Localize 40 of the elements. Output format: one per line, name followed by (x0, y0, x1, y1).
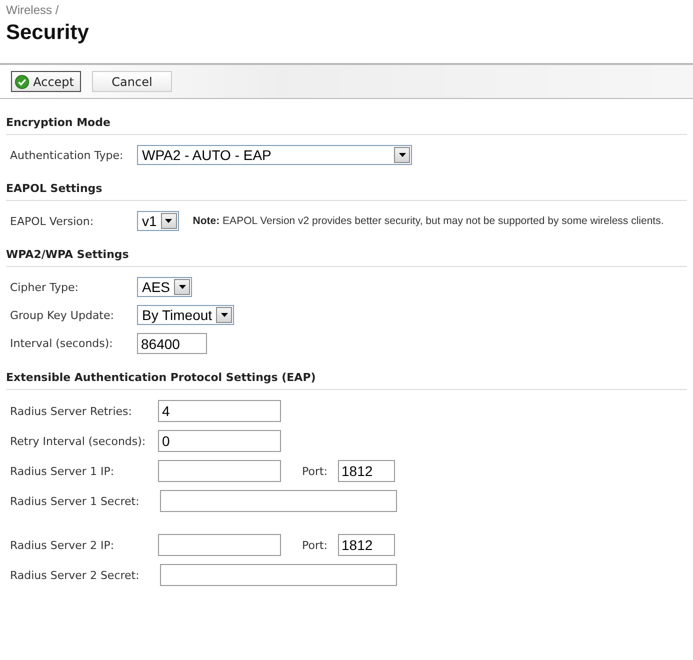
field-label: Authentication Type: (10, 148, 124, 162)
dropdown[interactable]: AES (137, 277, 192, 297)
field-label: EAPOL Version: (10, 214, 95, 228)
dropdown[interactable]: v1 (137, 211, 179, 231)
field-label: Radius Server 1 Secret: (10, 494, 140, 508)
caret-icon (165, 219, 172, 223)
cancel-button[interactable]: Cancel (92, 71, 172, 92)
caret-icon (398, 153, 406, 157)
input-field[interactable] (160, 490, 397, 512)
input-field[interactable]: 1812 (338, 460, 395, 482)
field-label: Port: (302, 538, 328, 552)
field-label: Group Key Update: (10, 308, 115, 322)
breadcrumb-link[interactable]: Wireless / (0, 0, 59, 17)
field-label: Radius Server Retries: (10, 404, 133, 418)
section-heading: Extensible Authentication Protocol Settings (EAP) (6, 371, 316, 384)
input-field[interactable] (160, 564, 397, 586)
accept-button[interactable]: Accept (11, 71, 81, 92)
page-title: Security (6, 21, 89, 45)
checkmark-icon (15, 74, 30, 90)
input-field[interactable] (158, 534, 281, 556)
input-field[interactable]: 4 (158, 400, 281, 422)
input-field[interactable]: 1812 (338, 534, 395, 556)
field-label: Port: (302, 464, 328, 478)
section-heading: Encryption Mode (6, 116, 110, 129)
dropdown[interactable]: By Timeout (137, 305, 234, 325)
field-label: Interval (seconds): (10, 337, 114, 350)
input-field[interactable]: 86400 (137, 333, 207, 354)
section-heading: EAPOL Settings (6, 182, 102, 195)
dropdown[interactable]: WPA2 - AUTO - EAP (137, 145, 412, 165)
input-field[interactable]: 0 (158, 430, 281, 452)
section-heading: WPA2/WPA Settings (6, 248, 129, 261)
note-text: Note: EAPOL Version v2 provides better security, but may not be supported by some wireless clients. (192, 215, 664, 227)
field-label: Retry Interval (seconds): (10, 434, 147, 448)
caret-icon (178, 285, 186, 289)
field-label: Cipher Type: (10, 280, 80, 294)
field-label: Radius Server 1 IP: (10, 464, 116, 478)
field-label: Radius Server 2 IP: (10, 538, 116, 552)
caret-icon (220, 313, 228, 317)
field-label: Radius Server 2 Secret: (10, 568, 140, 582)
input-field[interactable] (158, 460, 281, 482)
